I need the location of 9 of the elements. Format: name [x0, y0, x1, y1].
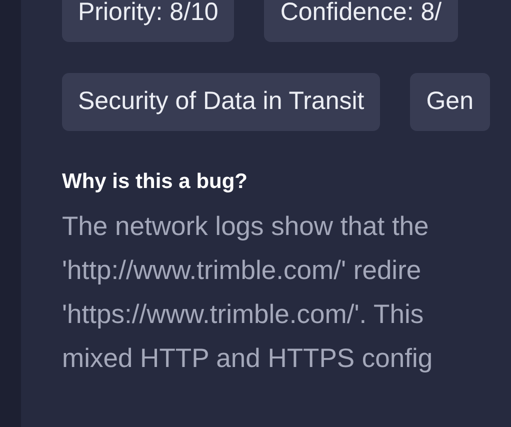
tag: Security of Data in Transit [62, 73, 380, 131]
paragraph-line: 'https://www.trimble.com/'. This [62, 301, 425, 327]
tag: Confidence: 8/ [264, 0, 458, 42]
section-heading: Why is this a bug? [62, 169, 249, 195]
tag: Gen [410, 73, 490, 131]
paragraph-line: 'http://www.trimble.com/' redire [62, 257, 422, 283]
paragraph-line: mixed HTTP and HTTPS config [62, 345, 434, 371]
paragraph-line: The network logs show that the [62, 213, 430, 239]
tag: Priority: 8/10 [62, 0, 234, 42]
